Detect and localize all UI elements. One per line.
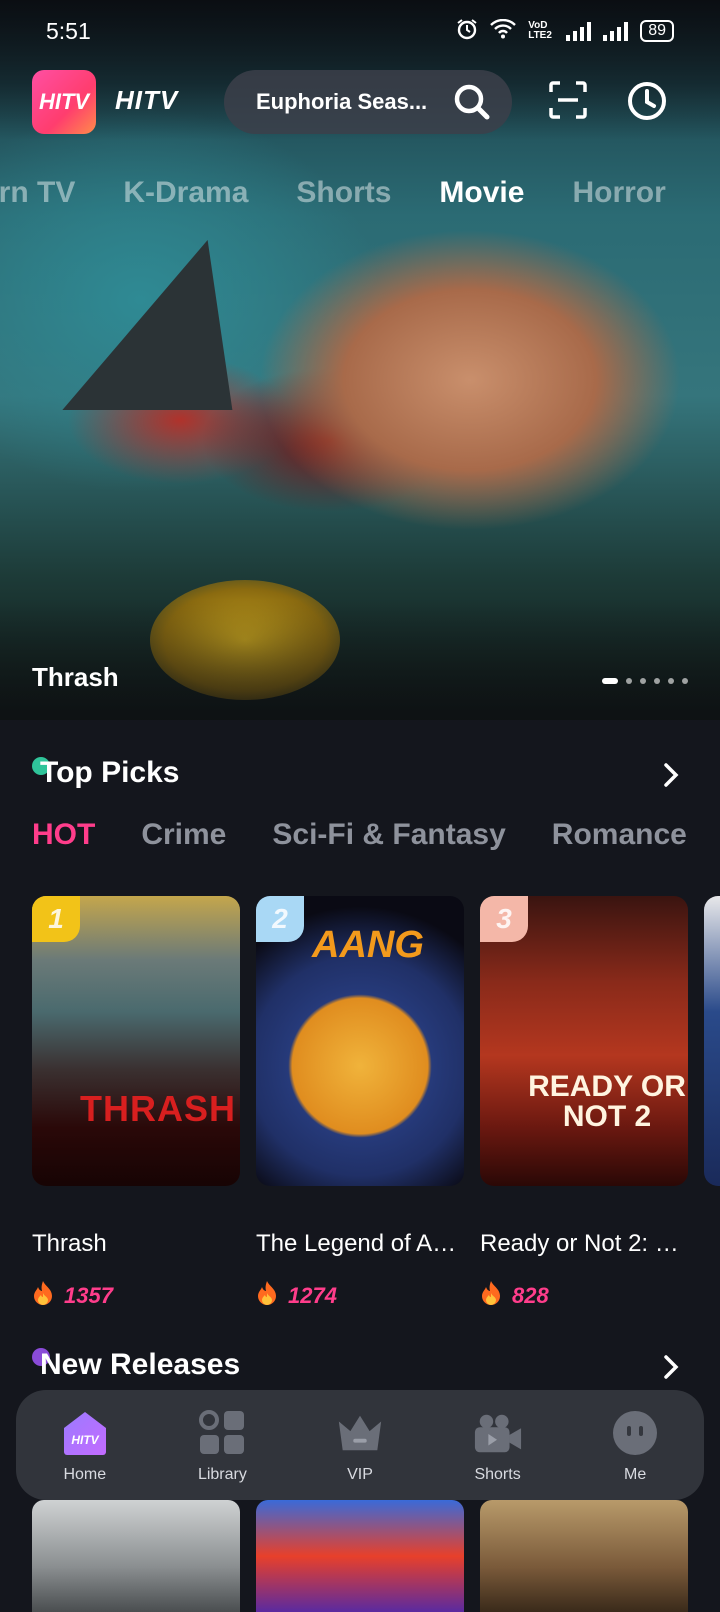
- carousel-dot: [654, 678, 660, 684]
- tab-k-drama[interactable]: K-Drama: [123, 176, 248, 220]
- carousel-dot: [682, 678, 688, 684]
- hero-artwork-fin: [62, 240, 288, 410]
- nav-library[interactable]: Library: [154, 1390, 292, 1500]
- rank-badge: 3: [480, 896, 528, 942]
- search-icon: [452, 82, 492, 128]
- app-logo[interactable]: HITV: [32, 70, 96, 134]
- movie-title: Ready or Not 2: H...: [480, 1230, 688, 1257]
- nav-home[interactable]: HITV Home: [16, 1390, 154, 1500]
- library-icon: [197, 1408, 247, 1458]
- new-release-poster[interactable]: [480, 1500, 688, 1612]
- filter-tab-hot[interactable]: HOT: [32, 818, 95, 852]
- rank-badge: 1: [32, 896, 80, 942]
- popularity-value: 1274: [288, 1283, 337, 1308]
- chevron-right-icon[interactable]: [660, 762, 682, 793]
- poster-title: THRASH: [80, 1088, 236, 1129]
- popularity: 828: [480, 1280, 549, 1312]
- app-header: HITV HITV Euphoria Seas...: [0, 70, 720, 134]
- crown-icon: [335, 1408, 385, 1458]
- chevron-right-icon[interactable]: [660, 1354, 682, 1385]
- popularity: 1274: [256, 1280, 337, 1312]
- history-icon[interactable]: [626, 80, 668, 127]
- popularity-value: 1357: [64, 1283, 113, 1308]
- movie-title: The Legend of Aa...: [256, 1230, 464, 1257]
- popularity-value: 828: [512, 1283, 549, 1308]
- movie-poster[interactable]: READY OR NOT 2 3: [480, 896, 688, 1186]
- fire-icon: [32, 1280, 54, 1312]
- nav-label-shorts: Shorts: [474, 1466, 521, 1483]
- poster-title: AANG: [312, 924, 424, 966]
- status-time: 5:51: [46, 17, 91, 44]
- nav-vip[interactable]: VIP: [291, 1390, 429, 1500]
- carousel-dot: [668, 678, 674, 684]
- network-label: VoD LTE2: [528, 20, 552, 41]
- filter-tab-scifi-fantasy[interactable]: Sci-Fi & Fantasy: [272, 818, 505, 852]
- status-bar: 5:51 VoD LTE2 89: [0, 0, 720, 62]
- carousel-dots: [602, 678, 688, 684]
- carousel-dot: [602, 678, 618, 684]
- wifi-icon: [490, 18, 517, 44]
- new-release-poster[interactable]: [32, 1500, 240, 1612]
- movie-title: Thrash: [32, 1230, 107, 1257]
- bottom-nav: HITV Home Library VIP Shorts Me: [16, 1390, 704, 1500]
- battery-indicator: 89: [640, 20, 674, 42]
- carousel-dot: [626, 678, 632, 684]
- fire-icon: [256, 1280, 278, 1312]
- search-bar[interactable]: Euphoria Seas...: [224, 70, 512, 134]
- nav-me[interactable]: Me: [566, 1390, 704, 1500]
- nav-label-me: Me: [624, 1466, 647, 1483]
- tab-western-tv[interactable]: ern TV: [0, 176, 75, 220]
- profile-icon: [610, 1408, 660, 1458]
- section-title-top-picks: Top Picks: [40, 756, 180, 789]
- brand-name: HITV: [115, 85, 179, 115]
- rank-badge: 2: [256, 896, 304, 942]
- poster-title: READY OR NOT 2: [528, 1070, 686, 1133]
- nav-label-home: Home: [63, 1466, 107, 1483]
- tab-shorts[interactable]: Shorts: [296, 176, 391, 220]
- movie-card[interactable]: READY OR NOT 2 3 Ready or Not 2: H... 82…: [480, 896, 688, 1308]
- top-picks-filter-tabs: HOT Crime Sci-Fi & Fantasy Romance: [32, 818, 687, 852]
- movie-poster[interactable]: THRASH 1: [32, 896, 240, 1186]
- svg-text:HITV: HITV: [71, 1433, 99, 1447]
- home-icon: HITV: [60, 1408, 110, 1458]
- scan-icon[interactable]: [548, 80, 588, 125]
- alarm-icon: [456, 18, 478, 45]
- nav-shorts[interactable]: Shorts: [429, 1390, 567, 1500]
- tab-movie[interactable]: Movie: [439, 176, 524, 226]
- new-release-poster[interactable]: [256, 1500, 464, 1612]
- carousel-dot: [640, 678, 646, 684]
- filter-tab-romance[interactable]: Romance: [552, 818, 687, 852]
- movie-card-partial[interactable]: [704, 896, 720, 1186]
- tab-horror[interactable]: Horror: [572, 176, 665, 220]
- fire-icon: [480, 1280, 502, 1312]
- search-placeholder: Euphoria Seas...: [256, 89, 428, 114]
- movie-card[interactable]: THRASH 1 Thrash 1357: [32, 896, 240, 1308]
- nav-label-library: Library: [197, 1466, 247, 1483]
- logo-text: HITV: [38, 89, 90, 114]
- signal-icon: [566, 21, 592, 41]
- section-title-new-releases: New Releases: [40, 1348, 241, 1381]
- category-tabs: ern TV K-Drama Shorts Movie Horror: [0, 176, 666, 226]
- hero-title: Thrash: [32, 662, 119, 692]
- movie-poster[interactable]: AANG 2: [256, 896, 464, 1186]
- popularity: 1357: [32, 1280, 113, 1312]
- camera-icon: [473, 1408, 523, 1458]
- filter-tab-crime[interactable]: Crime: [141, 818, 226, 852]
- signal-icon-2: [603, 21, 629, 41]
- nav-label-vip: VIP: [347, 1466, 373, 1483]
- movie-card[interactable]: AANG 2 The Legend of Aa... 1274: [256, 896, 464, 1308]
